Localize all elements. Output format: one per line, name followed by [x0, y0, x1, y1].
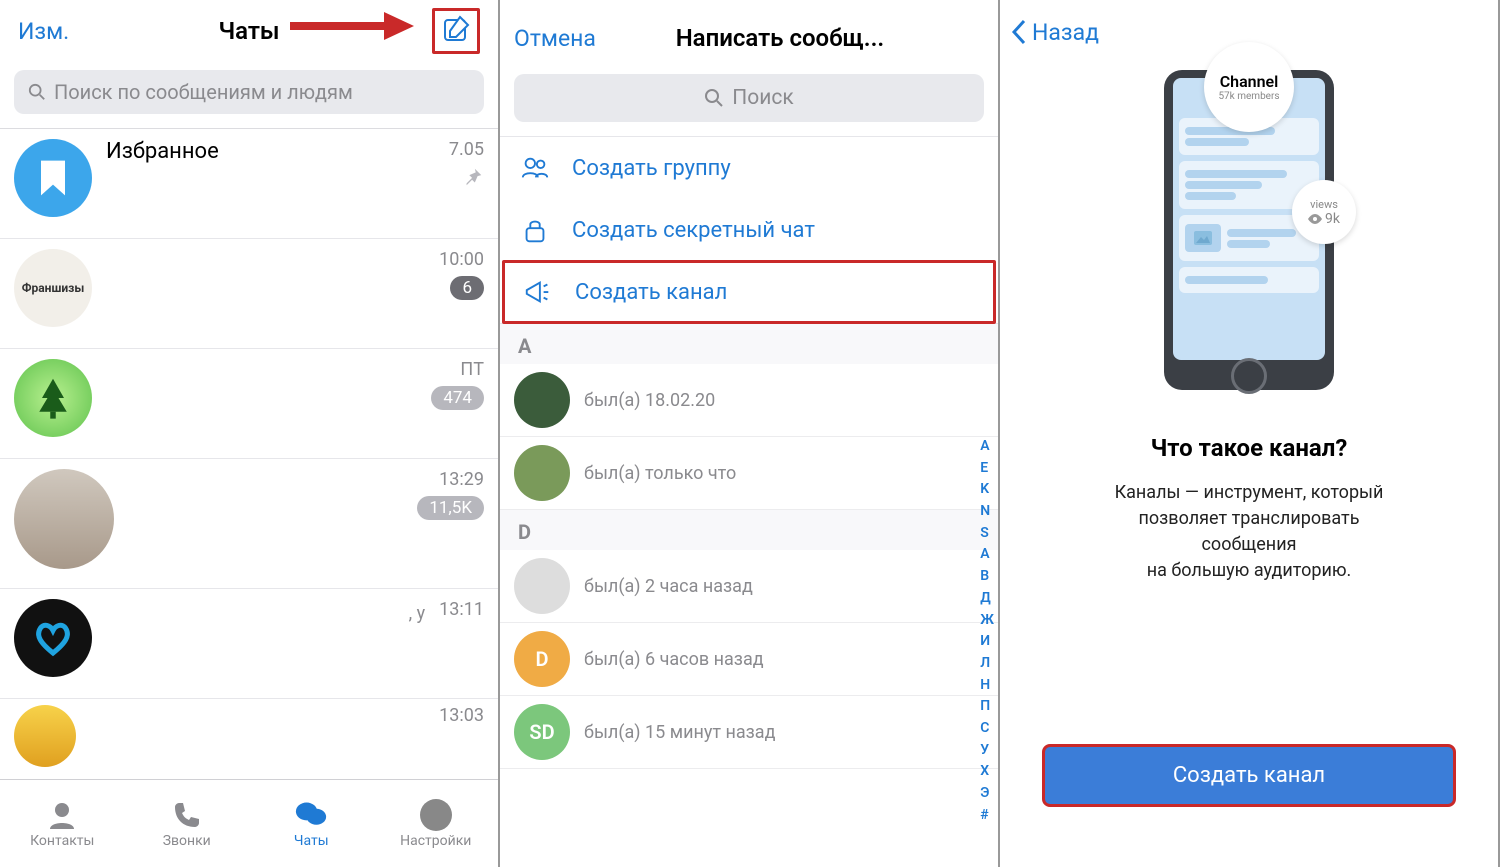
page-title: Чаты	[219, 17, 280, 45]
page-title: Написать сообщ...	[606, 24, 954, 52]
create-options: Создать группу Создать секретный чат Соз…	[500, 136, 998, 324]
avatar	[14, 469, 114, 569]
contact-item[interactable]: SD был(а) 15 минут назад	[500, 696, 998, 769]
unread-badge: 6	[450, 276, 484, 300]
search-bar[interactable]: Поиск по сообщениям и людям	[14, 70, 484, 114]
chat-item-saved[interactable]: Избранное 7.05	[0, 129, 498, 239]
description: Каналы — инструмент, который позволяет т…	[1115, 480, 1384, 584]
chat-time: 13:11	[439, 599, 484, 620]
chat-item[interactable]: Франшизы 10:00 6	[0, 239, 498, 349]
create-channel-button[interactable]: Создать канал	[1042, 744, 1456, 807]
avatar: D	[514, 631, 570, 687]
avatar-bookmark	[14, 139, 92, 217]
tab-chats[interactable]: Чаты	[249, 780, 374, 867]
contact-item[interactable]: D был(а) 6 часов назад	[500, 623, 998, 696]
section-header: A	[500, 324, 998, 364]
chat-time: 7.05	[449, 139, 484, 160]
chat-item[interactable]: 13:03	[0, 699, 498, 749]
avatar	[514, 445, 570, 501]
tab-settings[interactable]: Настройки	[374, 780, 499, 867]
create-channel-button[interactable]: Создать канал	[502, 260, 996, 324]
avatar	[14, 599, 92, 677]
compose-button[interactable]	[432, 8, 480, 54]
section-header: D	[500, 510, 998, 550]
chat-list: Избранное 7.05 Франшизы 10:00 6 ПТ 474	[0, 128, 498, 779]
contact-status: был(а) 2 часа назад	[584, 576, 753, 597]
chat-time: 10:00	[439, 249, 484, 270]
screen-chat-list: Изм. Чаты Поиск по сообщениям и людям Из…	[0, 0, 500, 867]
contact-status: был(а) 6 часов назад	[584, 649, 764, 670]
eye-icon	[1308, 214, 1322, 224]
screen-new-message: Отмена Написать сообщ... Поиск Создать г…	[500, 0, 1000, 867]
avatar	[14, 705, 76, 767]
phone-illustration: Channel 57k members views 9k	[1164, 70, 1334, 390]
chevron-left-icon	[1010, 18, 1028, 46]
cancel-button[interactable]: Отмена	[514, 25, 596, 52]
tab-calls[interactable]: Звонки	[125, 780, 250, 867]
megaphone-icon	[523, 277, 553, 307]
chat-item[interactable]: ПТ 474	[0, 349, 498, 459]
edit-button[interactable]: Изм.	[18, 18, 69, 45]
chat-item[interactable]: , у 13:11	[0, 589, 498, 699]
chat-time: 13:03	[439, 705, 484, 726]
create-group-button[interactable]: Создать группу	[500, 137, 998, 199]
chat-title: Избранное	[106, 139, 435, 164]
search-icon	[704, 88, 724, 108]
search-bar[interactable]: Поиск	[514, 74, 984, 122]
unread-badge: 474	[431, 386, 484, 410]
contact-item[interactable]: был(а) 18.02.20	[500, 364, 998, 437]
avatar	[514, 558, 570, 614]
alphabetic-index[interactable]: A E K N S А В Д Ж И Л Н П С У Х Э #	[980, 436, 994, 826]
avatar	[514, 372, 570, 428]
search-icon	[28, 83, 46, 101]
group-icon	[520, 153, 550, 183]
screen-channel-intro: Назад Channel 57k members views 9k Что т…	[1000, 0, 1500, 867]
chats-icon	[295, 799, 327, 831]
views-badge: views 9k	[1292, 180, 1356, 244]
avatar: Франшизы	[14, 249, 92, 327]
contact-status: был(а) только что	[584, 463, 736, 484]
contact-status: был(а) 15 минут назад	[584, 722, 775, 743]
body: Channel 57k members views 9k Что такое к…	[1000, 60, 1498, 704]
lock-icon	[520, 215, 550, 245]
unread-badge: 11,5K	[417, 496, 484, 520]
header: Изм. Чаты	[0, 0, 498, 70]
header: Отмена Написать сообщ...	[500, 0, 998, 66]
compose-icon	[442, 15, 470, 43]
settings-avatar	[420, 799, 452, 831]
phone-icon	[171, 799, 203, 831]
channel-badge: Channel 57k members	[1204, 42, 1294, 132]
chat-preview: , у	[106, 603, 425, 624]
search-placeholder: Поиск	[732, 86, 793, 110]
contact-item[interactable]: был(а) только что	[500, 437, 998, 510]
search-placeholder: Поиск по сообщениям и людям	[54, 80, 353, 104]
tab-contacts[interactable]: Контакты	[0, 780, 125, 867]
tab-bar: Контакты Звонки Чаты Настройки	[0, 779, 498, 867]
chat-time: ПТ	[460, 359, 484, 380]
contact-status: был(а) 18.02.20	[584, 390, 715, 411]
arrow-annotation	[288, 8, 418, 44]
avatar: SD	[514, 704, 570, 760]
pin-icon	[462, 166, 484, 188]
create-secret-chat-button[interactable]: Создать секретный чат	[500, 199, 998, 261]
contact-icon	[46, 799, 78, 831]
heading: Что такое канал?	[1151, 434, 1348, 462]
avatar	[14, 359, 92, 437]
chat-time: 13:29	[439, 469, 484, 490]
contact-item[interactable]: был(а) 2 часа назад	[500, 550, 998, 623]
chat-item[interactable]: 13:29 11,5K	[0, 459, 498, 589]
